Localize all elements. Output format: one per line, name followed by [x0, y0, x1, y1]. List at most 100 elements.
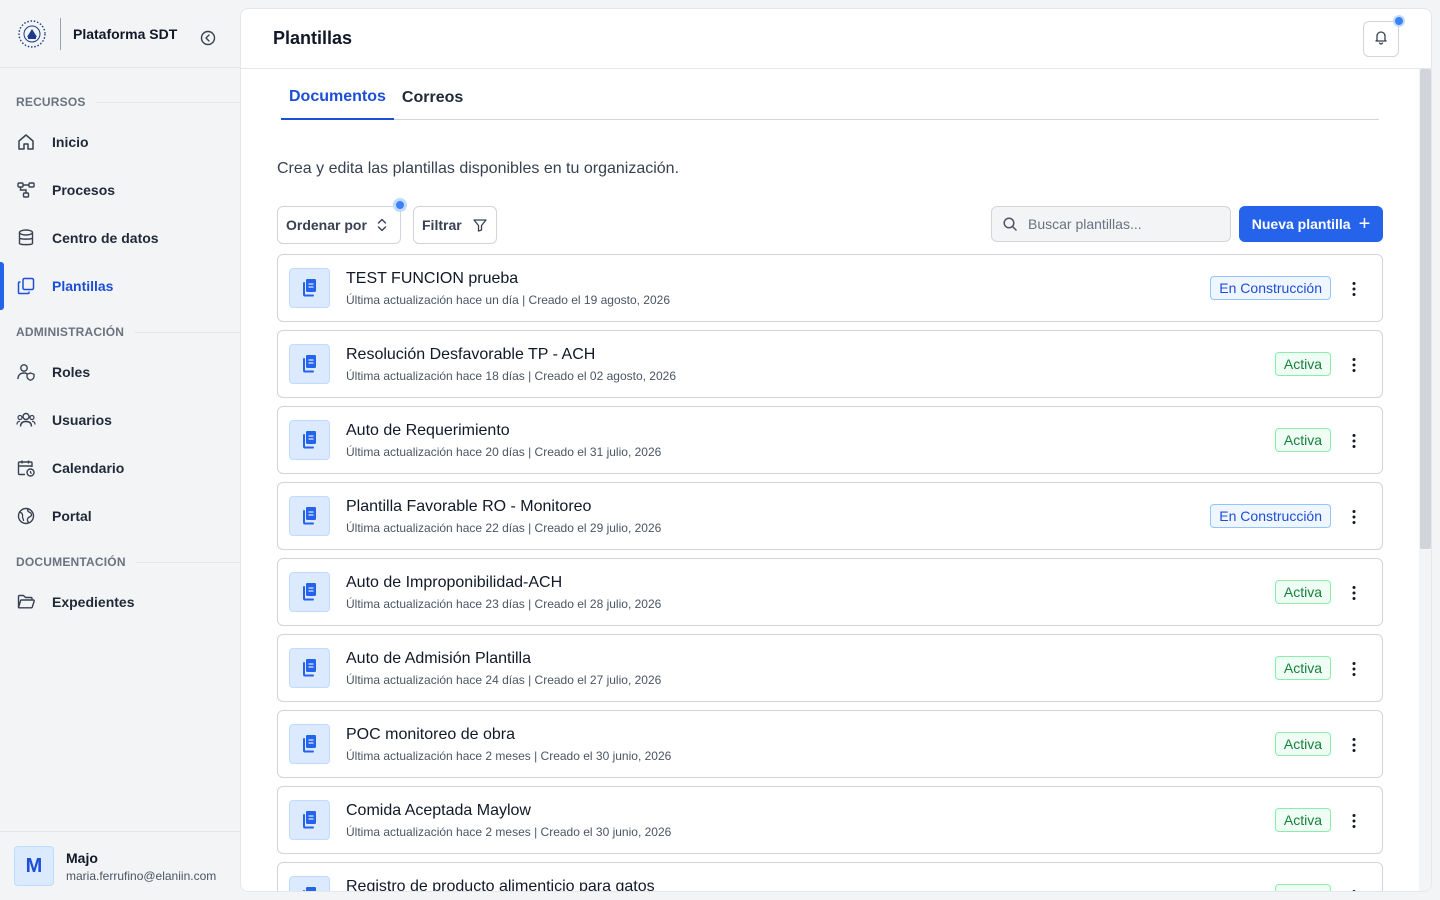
- more-options-icon[interactable]: [1342, 733, 1366, 757]
- new-template-label: Nueva plantilla: [1251, 216, 1351, 232]
- user-shield-icon: [16, 362, 36, 382]
- page-description: Crea y edita las plantillas disponibles …: [277, 160, 680, 177]
- template-row[interactable]: Resolución Desfavorable TP - ACH Última …: [277, 330, 1383, 398]
- search-input[interactable]: [1028, 216, 1218, 232]
- coat-of-arms-logo: [16, 18, 48, 50]
- template-row[interactable]: Comida Aceptada Maylow Última actualizac…: [277, 786, 1383, 854]
- more-options-icon[interactable]: [1342, 885, 1366, 891]
- sort-active-dot: [393, 198, 407, 212]
- templates-icon: [16, 276, 36, 296]
- toolbar: Ordenar por Filtrar Nueva plantilla +: [277, 198, 1383, 246]
- document-icon: [289, 268, 330, 308]
- document-icon: [289, 496, 330, 536]
- sidebar-item-label: Procesos: [52, 182, 116, 198]
- tab-documentos[interactable]: Documentos: [281, 88, 394, 120]
- document-icon: [289, 876, 330, 891]
- document-icon: [289, 800, 330, 840]
- tab-correos[interactable]: Correos: [394, 89, 471, 119]
- template-meta: Última actualización hace 22 días | Crea…: [346, 521, 662, 535]
- brand-divider: [60, 17, 61, 50]
- template-title: Auto de Improponibilidad-ACH: [346, 574, 563, 591]
- template-row[interactable]: Registro de producto alimenticio para ga…: [277, 862, 1383, 891]
- template-meta: Última actualización hace un día | Cread…: [346, 293, 670, 307]
- template-title: POC monitoreo de obra: [346, 726, 515, 743]
- sidebar-item-centro-de-datos[interactable]: Centro de datos: [0, 214, 240, 262]
- content: Documentos Correos Crea y edita las plan…: [277, 69, 1383, 891]
- more-options-icon[interactable]: [1342, 277, 1366, 301]
- template-row[interactable]: Auto de Admisión Plantilla Última actual…: [277, 634, 1383, 702]
- workflow-icon: [16, 180, 36, 200]
- app-name: Plataforma SDT: [73, 25, 178, 42]
- sort-label: Ordenar por: [286, 217, 367, 233]
- section-administracion: ADMINISTRACIÓN: [0, 324, 240, 340]
- search-icon: [1002, 216, 1018, 232]
- section-documentacion: DOCUMENTACIÓN: [0, 554, 240, 570]
- scrollbar-thumb[interactable]: [1420, 69, 1431, 549]
- sidebar-item-label: Plantillas: [52, 278, 114, 294]
- status-badge: En Construcción: [1210, 504, 1331, 528]
- template-meta: Última actualización hace 2 meses | Crea…: [346, 825, 672, 839]
- template-row[interactable]: Auto de Requerimiento Última actualizaci…: [277, 406, 1383, 474]
- template-meta: Última actualización hace 23 días | Crea…: [346, 597, 662, 611]
- template-meta: Última actualización hace 2 meses | Crea…: [346, 749, 672, 763]
- sidebar-item-portal[interactable]: Portal: [0, 492, 240, 540]
- plus-icon: +: [1358, 213, 1371, 235]
- more-options-icon[interactable]: [1342, 429, 1366, 453]
- document-icon: [289, 344, 330, 384]
- database-icon: [16, 228, 36, 248]
- sidebar-item-procesos[interactable]: Procesos: [0, 166, 240, 214]
- scrollbar[interactable]: [1419, 69, 1431, 891]
- sidebar-item-label: Inicio: [52, 134, 89, 150]
- sort-button[interactable]: Ordenar por: [277, 206, 401, 244]
- template-row[interactable]: POC monitoreo de obra Última actualizaci…: [277, 710, 1383, 778]
- sidebar-item-expedientes[interactable]: Expedientes: [0, 578, 240, 626]
- filter-label: Filtrar: [422, 217, 462, 233]
- sidebar: Plataforma SDT RECURSOS Inicio Procesos …: [0, 0, 240, 900]
- user-email: maria.ferrufino@elaniin.com: [66, 868, 217, 883]
- page-title: Plantillas: [273, 28, 353, 48]
- document-icon: [289, 648, 330, 688]
- more-options-icon[interactable]: [1342, 505, 1366, 529]
- folder-open-icon: [16, 592, 36, 612]
- sidebar-item-label: Usuarios: [52, 412, 112, 428]
- template-row[interactable]: Auto de Improponibilidad-ACH Última actu…: [277, 558, 1383, 626]
- template-meta: Última actualización hace 24 días | Crea…: [346, 673, 662, 687]
- collapse-sidebar-icon[interactable]: [200, 30, 216, 46]
- sidebar-item-roles[interactable]: Roles: [0, 348, 240, 396]
- status-badge: Activa: [1274, 352, 1331, 376]
- filter-button[interactable]: Filtrar: [413, 206, 497, 244]
- sidebar-item-plantillas[interactable]: Plantillas: [0, 262, 240, 310]
- sidebar-item-inicio[interactable]: Inicio: [0, 118, 240, 166]
- user-profile[interactable]: M Majo maria.ferrufino@elaniin.com: [0, 831, 240, 900]
- sidebar-item-calendario[interactable]: Calendario: [0, 444, 240, 492]
- notifications-button[interactable]: [1363, 21, 1399, 57]
- status-badge: Activa: [1274, 656, 1331, 680]
- template-row[interactable]: TEST FUNCION prueba Última actualización…: [277, 254, 1383, 322]
- sidebar-item-label: Expedientes: [52, 594, 135, 610]
- avatar: M: [14, 846, 54, 886]
- home-icon: [16, 132, 36, 152]
- search-field[interactable]: [991, 206, 1231, 242]
- more-options-icon[interactable]: [1342, 353, 1366, 377]
- template-title: Auto de Admisión Plantilla: [346, 650, 531, 667]
- template-title: Plantilla Favorable RO - Monitoreo: [346, 498, 592, 515]
- more-options-icon[interactable]: [1342, 657, 1366, 681]
- chevron-up-down-icon: [375, 217, 389, 233]
- section-recursos: RECURSOS: [0, 94, 240, 110]
- sidebar-item-label: Portal: [52, 508, 92, 524]
- tabs: Documentos Correos: [281, 69, 1379, 120]
- sidebar-item-usuarios[interactable]: Usuarios: [0, 396, 240, 444]
- template-meta: Última actualización hace 20 días | Crea…: [346, 445, 662, 459]
- filter-icon: [472, 217, 488, 233]
- more-options-icon[interactable]: [1342, 581, 1366, 605]
- notification-dot: [1393, 15, 1405, 27]
- new-template-button[interactable]: Nueva plantilla +: [1239, 206, 1383, 242]
- more-options-icon[interactable]: [1342, 809, 1366, 833]
- calendar-clock-icon: [16, 458, 36, 478]
- templates-list: TEST FUNCION prueba Última actualización…: [277, 254, 1383, 891]
- template-title: Resolución Desfavorable TP - ACH: [346, 346, 596, 363]
- document-icon: [289, 572, 330, 612]
- template-row[interactable]: Plantilla Favorable RO - Monitoreo Últim…: [277, 482, 1383, 550]
- template-title: Comida Aceptada Maylow: [346, 802, 531, 819]
- sidebar-item-label: Centro de datos: [52, 230, 159, 246]
